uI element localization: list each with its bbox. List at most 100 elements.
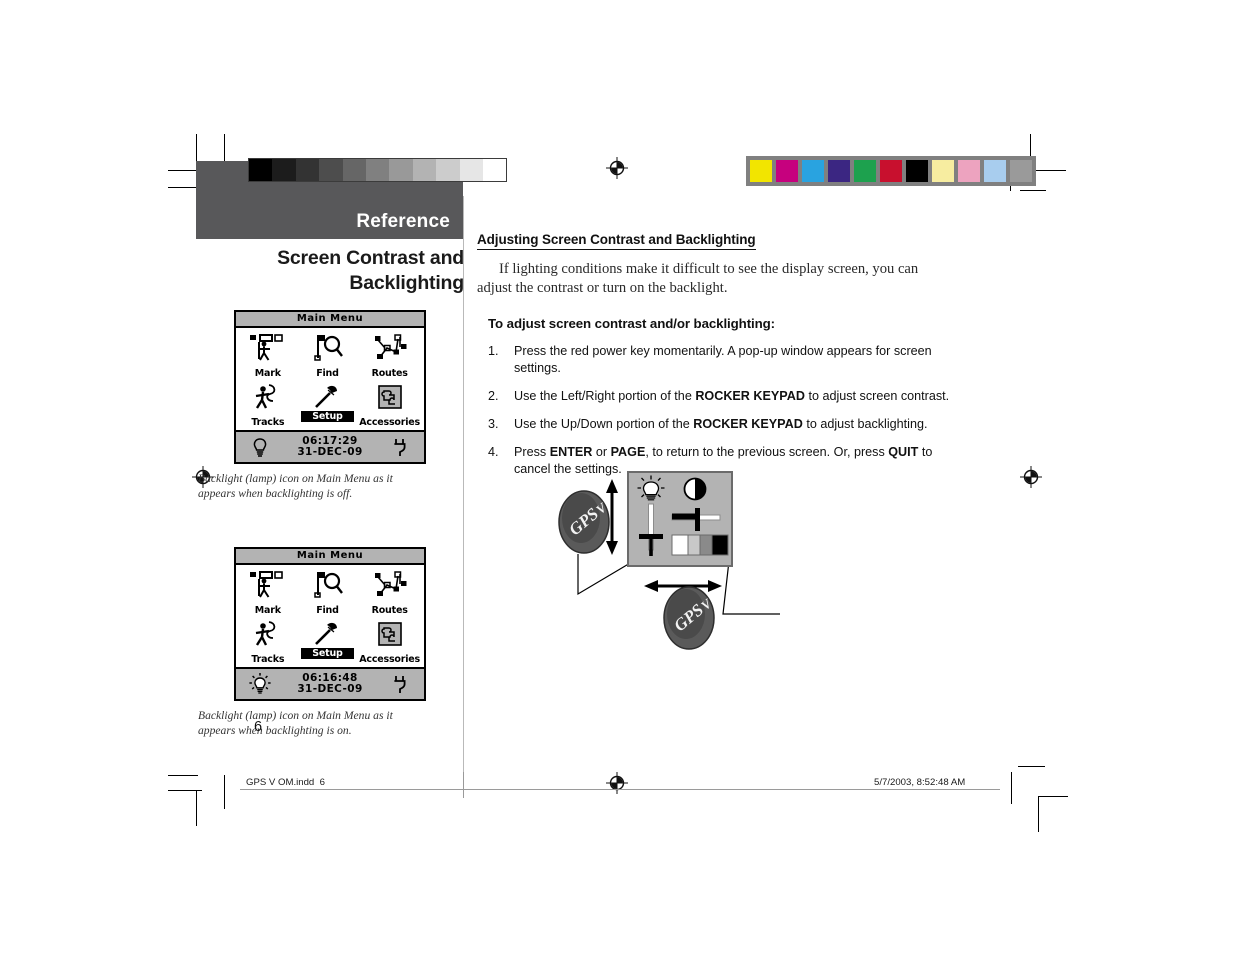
color-swatch-9 [984, 160, 1006, 182]
figure-caption-backlight-off: Backlight (lamp) icon on Main Menu as it… [198, 472, 403, 501]
section-heading: Screen Contrast and Backlighting [196, 246, 464, 296]
color-swatch-7 [932, 160, 954, 182]
procedure-step-list: 1. Press the red power key momentarily. A… [477, 343, 952, 478]
crop-mark-br-v [1038, 796, 1039, 832]
procedure-step: 2. Use the Left/Right portion of the ROCK… [477, 388, 952, 405]
find-magnifier-icon [298, 568, 358, 598]
gps-menu-item-routes[interactable]: Routes [357, 568, 422, 617]
gray-swatch-1 [272, 159, 296, 181]
gps-menu-item-mark[interactable]: Mark [238, 568, 298, 617]
gps-menu-grid: Mark Find Routes Tracks Setup Accessorie… [236, 328, 424, 430]
footer-rule-left [240, 789, 465, 790]
color-swatch-3 [828, 160, 850, 182]
crop-mark-br2-v [1011, 772, 1012, 804]
intro-paragraph: If lighting conditions make it difficult… [477, 261, 919, 296]
contrast-preview-swatches [671, 534, 729, 556]
find-magnifier-icon [298, 331, 358, 361]
gps-screen-title: Main Menu [236, 549, 424, 565]
page-number: 6 [254, 719, 263, 735]
gray-swatch-0 [249, 159, 273, 181]
caption-line1: Backlight (lamp) icon on Main Menu as it [198, 472, 393, 485]
procedure-step: 1. Press the red power key momentarily. A… [477, 343, 952, 377]
gps-menu-item-mark[interactable]: Mark [238, 331, 298, 380]
color-swatch-0 [750, 160, 772, 182]
registration-target-icon-top [606, 157, 628, 179]
tracks-walking-icon [238, 380, 298, 410]
gray-swatch-2 [295, 159, 320, 181]
crop-mark-tr2-h [1020, 190, 1046, 191]
crop-mark-bl-h [168, 790, 202, 791]
caption-line2: appears when backlighting is off. [198, 486, 353, 500]
gps-menu-item-setup[interactable]: Setup [298, 617, 358, 666]
gray-swatch-10 [482, 159, 507, 181]
step-text: Press the red power key momentarily. A p… [514, 344, 932, 375]
gps-menu-item-tracks[interactable]: Tracks [238, 380, 298, 429]
crop-mark-bl-v [196, 790, 197, 826]
gps-date: 31-DEC-09 [297, 446, 363, 458]
contrast-slider-fill [672, 513, 698, 520]
grayscale-step-wedge [248, 158, 508, 182]
external-power-plug-icon [376, 673, 424, 695]
gps-menu-label-selected: Setup [300, 411, 355, 422]
gray-swatch-8 [436, 159, 460, 181]
gps-menu-item-tracks[interactable]: Tracks [238, 617, 298, 666]
procedure-heading: To adjust screen contrast and/or backlig… [488, 316, 775, 331]
gps-menu-label: Routes [371, 605, 408, 616]
mark-flag-person-icon [238, 568, 298, 598]
gps-menu-label: Accessories [359, 654, 420, 665]
gps-menu-label-selected: Setup [300, 648, 355, 659]
gps-screen-title: Main Menu [236, 312, 424, 328]
footer-filepage: 6 [319, 777, 325, 788]
gray-swatch-5 [365, 159, 390, 181]
gps-menu-item-accessories[interactable]: Accessories [357, 617, 422, 666]
gps-menu-label: Find [316, 368, 339, 379]
crop-mark-bl2-h [168, 775, 198, 776]
crop-mark-br2-h [1018, 766, 1045, 767]
backlight-lamp-on-icon [236, 672, 284, 696]
page-canvas: Reference Screen Contrast and Backlighti… [0, 0, 1235, 954]
gps-v-callout-top: GPS V [558, 490, 610, 554]
gps-menu-item-find[interactable]: Find [298, 568, 358, 617]
gps-menu-item-routes[interactable]: Routes [357, 331, 422, 380]
page-section-title: Reference [356, 211, 450, 232]
procedure-step: 3. Use the Up/Down portion of the ROCKER … [477, 416, 952, 433]
gray-swatch-7 [412, 159, 437, 181]
section-heading-line1: Screen Contrast and [277, 247, 464, 269]
right-column: Adjusting Screen Contrast and Backlighti… [477, 231, 952, 489]
color-swatch-4 [854, 160, 876, 182]
screen-settings-illustration: GPS V GPS V [548, 462, 798, 652]
gps-screen-backlight-off: Main Menu Mark Find Routes Tracks Setup … [234, 310, 426, 464]
caption-line1: Backlight (lamp) icon on Main Menu as it [198, 709, 393, 722]
gps-menu-item-accessories[interactable]: Accessories [357, 380, 422, 429]
routes-waypoints-icon [357, 331, 422, 361]
gray-swatch-9 [459, 159, 483, 181]
registration-target-icon-bottom [606, 772, 628, 794]
footer-timestamp: 5/7/2003, 8:52:48 AM [874, 777, 966, 788]
gps-menu-label: Mark [254, 605, 281, 616]
gps-clock: 06:17:29 31-DEC-09 [284, 435, 376, 459]
gray-swatch-4 [342, 159, 366, 181]
external-power-plug-icon [376, 436, 424, 458]
gps-menu-label: Mark [254, 368, 281, 379]
accessories-puzzle-icon [357, 380, 422, 410]
gps-menu-grid: Mark Find Routes Tracks Setup Accessorie… [236, 565, 424, 667]
step-number: 4. [488, 445, 499, 459]
footer-filename-text: GPS V OM.indd [246, 777, 315, 788]
setup-hammer-icon [298, 617, 358, 647]
gray-swatch-6 [389, 159, 413, 181]
footer-rule-right [464, 789, 1000, 790]
section-heading-line2: Backlighting [349, 272, 464, 294]
gps-menu-item-setup[interactable]: Setup [298, 380, 358, 429]
backlight-lamp-off-icon [236, 436, 284, 458]
crop-mark-br-h [1038, 796, 1068, 797]
tracks-walking-icon [238, 617, 298, 647]
contrast-half-circle-icon [683, 477, 707, 501]
color-swatch-10 [1010, 160, 1032, 182]
caption-line2: appears when backlighting is on. [198, 723, 352, 737]
gps-menu-label: Tracks [251, 654, 285, 665]
gps-menu-item-find[interactable]: Find [298, 331, 358, 380]
gps-menu-label: Routes [371, 368, 408, 379]
color-swatch-5 [880, 160, 902, 182]
step-text: Use the Up/Down portion of the ROCKER KE… [514, 417, 928, 431]
step-text: Use the Left/Right portion of the ROCKER… [514, 389, 950, 403]
